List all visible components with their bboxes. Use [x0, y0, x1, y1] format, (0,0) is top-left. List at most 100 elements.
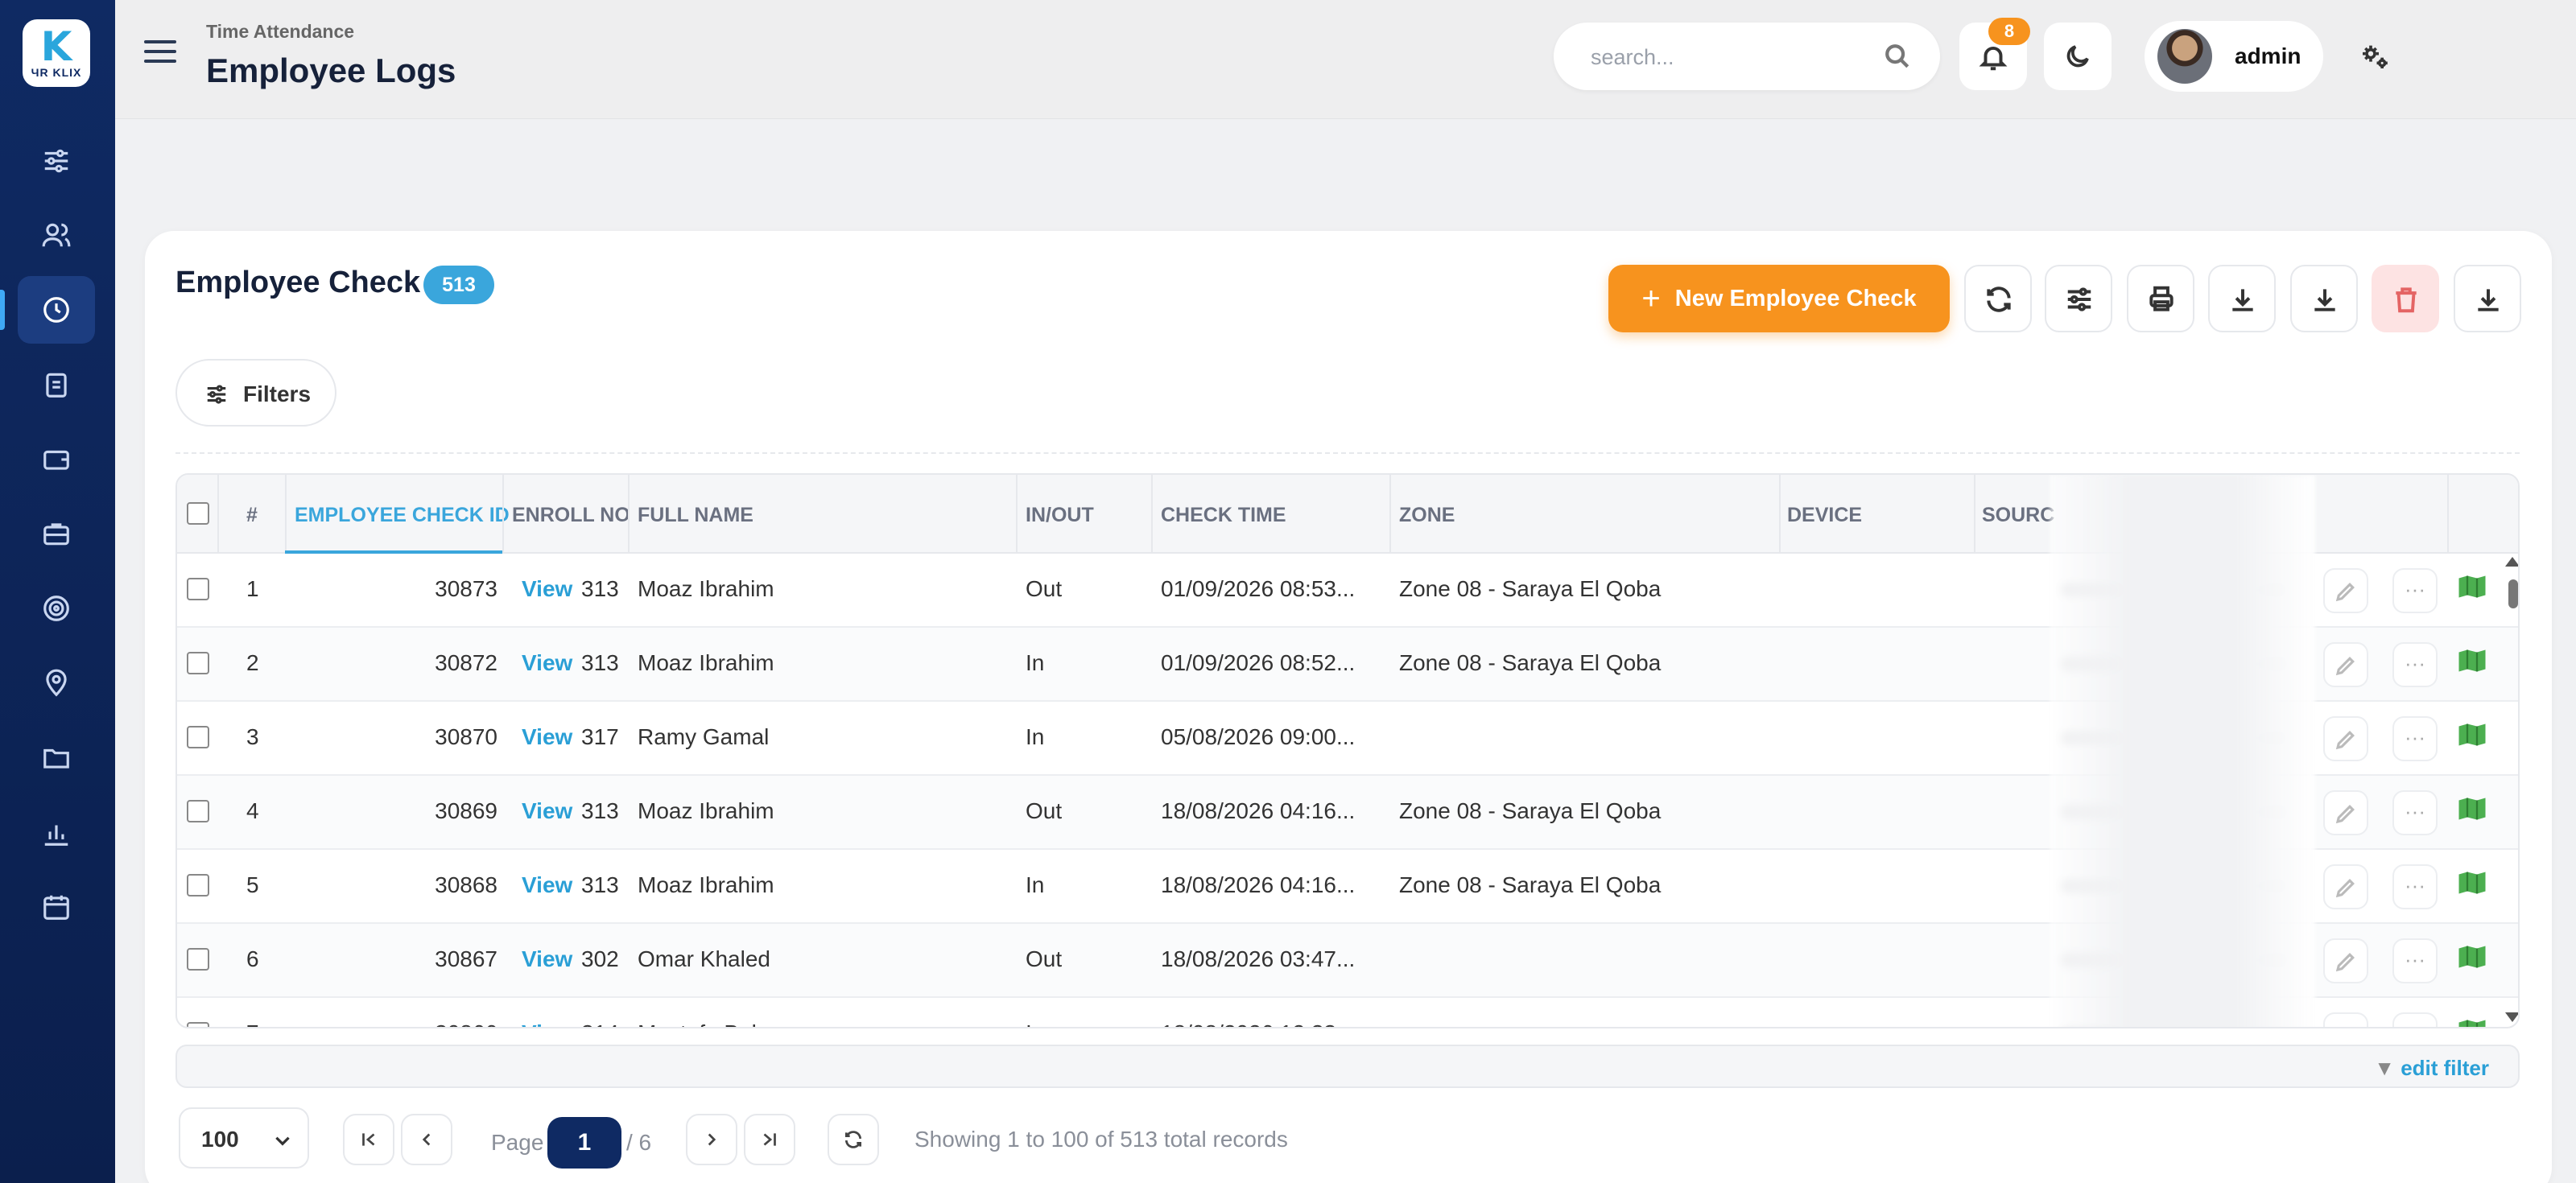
edit-button[interactable]: [2323, 716, 2368, 761]
last-page-button[interactable]: [744, 1114, 795, 1165]
select-all-checkbox[interactable]: [187, 502, 209, 525]
zone: Zone 08 - Saraya El Qoba: [1399, 872, 1662, 897]
column-header-number[interactable]: #: [246, 504, 258, 527]
table-scrollbar[interactable]: [2505, 555, 2518, 1022]
column-header-in-out[interactable]: IN/OUT: [1026, 504, 1094, 527]
map-icon[interactable]: [2457, 575, 2487, 599]
check-time: 18/08/2026 04:16...: [1161, 798, 1356, 823]
column-header-check-id[interactable]: EMPLOYEE CHECK ID: [295, 504, 510, 527]
row-checkbox[interactable]: [187, 800, 209, 822]
next-page-button[interactable]: [686, 1114, 737, 1165]
new-employee-check-button[interactable]: + New Employee Check: [1608, 265, 1950, 332]
row-checkbox[interactable]: [187, 874, 209, 897]
sidebar-item-settings[interactable]: [18, 127, 95, 195]
view-link[interactable]: View: [522, 1020, 572, 1027]
sidebar-item-wallet[interactable]: [18, 426, 95, 493]
user-menu[interactable]: admin: [2145, 21, 2323, 92]
prev-page-button[interactable]: [401, 1114, 452, 1165]
download-icon: [2478, 289, 2499, 311]
sidebar-item-locations[interactable]: [18, 649, 95, 717]
column-header-device[interactable]: DEVICE: [1787, 504, 1862, 527]
check-time: 01/09/2026 08:52...: [1161, 650, 1356, 675]
sidebar-item-targets[interactable]: [18, 575, 95, 642]
column-header-full-name[interactable]: FULL NAME: [638, 504, 753, 527]
users-icon: [42, 223, 71, 247]
map-icon[interactable]: [2457, 797, 2487, 821]
user-name: admin: [2235, 43, 2301, 68]
more-icon: ···: [2405, 651, 2425, 675]
app-logo[interactable]: K ЧR KLIX: [23, 19, 90, 87]
blurred-value: [2061, 1027, 2165, 1028]
edit-button[interactable]: [2323, 864, 2368, 909]
view-link[interactable]: View: [522, 946, 572, 972]
edit-button[interactable]: [2323, 568, 2368, 613]
row-checkbox[interactable]: [187, 948, 209, 971]
row-number: 3: [246, 724, 259, 749]
sidebar-item-analytics[interactable]: [18, 799, 95, 867]
edit-filter-link[interactable]: ▼ edit filter: [2374, 1056, 2489, 1081]
delete-button[interactable]: [2372, 265, 2439, 332]
more-button[interactable]: ···: [2392, 864, 2438, 909]
more-button[interactable]: ···: [2392, 568, 2438, 613]
hamburger-menu-icon[interactable]: [144, 40, 176, 69]
more-button[interactable]: ···: [2392, 642, 2438, 687]
column-header-source[interactable]: SOURC: [1982, 504, 2054, 527]
edit-button[interactable]: [2323, 938, 2368, 983]
map-icon[interactable]: [2457, 723, 2487, 747]
view-link[interactable]: View: [522, 576, 572, 602]
view-link[interactable]: View: [522, 650, 572, 676]
sidebar-item-attendance[interactable]: [18, 276, 95, 344]
current-page-input[interactable]: 1: [547, 1117, 621, 1169]
map-icon[interactable]: [2457, 1019, 2487, 1028]
sidebar-item-files[interactable]: [18, 724, 95, 792]
pencil-icon: [2335, 657, 2355, 676]
row-checkbox[interactable]: [187, 578, 209, 600]
sidebar-item-users[interactable]: [18, 201, 95, 269]
export-button-2[interactable]: [2290, 265, 2358, 332]
edit-button[interactable]: [2323, 642, 2368, 687]
logo-letter: K: [40, 23, 72, 70]
sidebar-item-reports[interactable]: [18, 351, 95, 418]
edit-button[interactable]: [2323, 790, 2368, 835]
columns-settings-button[interactable]: [2045, 265, 2112, 332]
refresh-button[interactable]: [1964, 265, 2032, 332]
row-checkbox[interactable]: [187, 1022, 209, 1027]
total-pages: / 6: [626, 1130, 652, 1155]
filters-button[interactable]: Filters: [175, 359, 336, 427]
map-icon[interactable]: [2457, 871, 2487, 895]
print-button[interactable]: [2127, 265, 2194, 332]
view-link[interactable]: View: [522, 798, 572, 824]
map-icon[interactable]: [2457, 945, 2487, 969]
check-time: 18/08/2026 12:33...: [1161, 1020, 1355, 1027]
more-button[interactable]: ···: [2392, 790, 2438, 835]
export-button-3[interactable]: [2454, 265, 2521, 332]
export-button-1[interactable]: [2208, 265, 2276, 332]
more-button[interactable]: ···: [2392, 1012, 2438, 1027]
first-page-button[interactable]: [343, 1114, 394, 1165]
map-icon[interactable]: [2457, 649, 2487, 673]
view-link[interactable]: View: [522, 872, 572, 898]
active-indicator: [0, 290, 5, 330]
divider: [175, 452, 2520, 454]
more-button[interactable]: ···: [2392, 938, 2438, 983]
gears-icon[interactable]: [2359, 40, 2391, 72]
row-checkbox[interactable]: [187, 726, 209, 748]
sidebar-item-jobs[interactable]: [18, 500, 95, 567]
view-link[interactable]: View: [522, 724, 572, 750]
more-icon: ···: [2405, 577, 2425, 601]
column-header-zone[interactable]: ZONE: [1399, 504, 1455, 527]
sidebar-item-calendar[interactable]: [18, 873, 95, 941]
page-size-select[interactable]: 100: [179, 1107, 309, 1169]
edit-button[interactable]: [2323, 1012, 2368, 1027]
funnel-icon: ▼: [2374, 1056, 2395, 1080]
theme-toggle-button[interactable]: [2044, 23, 2112, 90]
more-button[interactable]: ···: [2392, 716, 2438, 761]
column-header-check-time[interactable]: CHECK TIME: [1161, 504, 1286, 527]
search-input[interactable]: search...: [1554, 23, 1940, 90]
row-checkbox[interactable]: [187, 652, 209, 674]
scroll-thumb[interactable]: [2508, 579, 2518, 608]
reload-page-button[interactable]: [828, 1114, 879, 1165]
edit-filter-label: edit filter: [2401, 1056, 2489, 1080]
chart-icon: [44, 825, 68, 846]
column-header-enroll-no[interactable]: ENROLL NO: [512, 504, 630, 527]
